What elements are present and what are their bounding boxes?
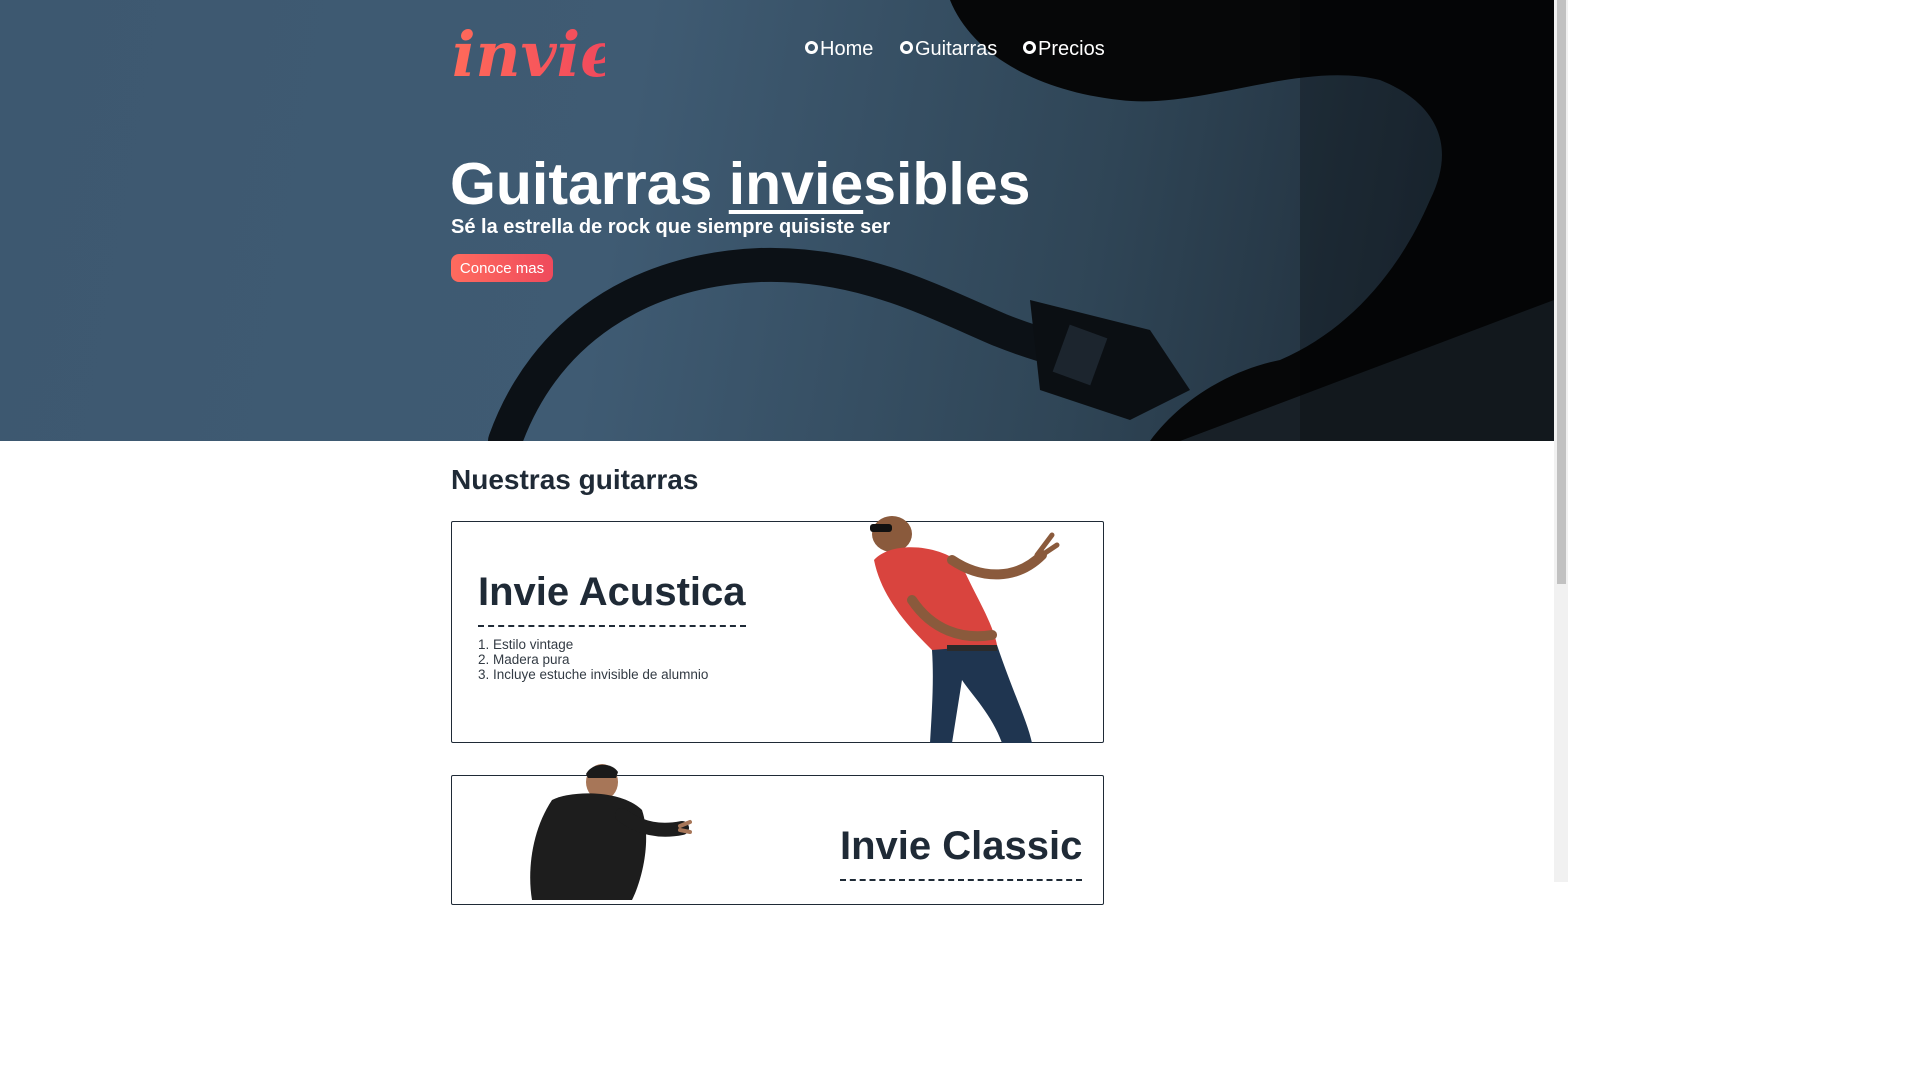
feature-list: 1. Estilo vintage 2. Madera pura 3. Incl… [478, 637, 708, 682]
guitar-card-title: Invie Acustica [478, 570, 746, 627]
hero-title: Guitarras inviesibles [450, 150, 1030, 218]
conoce-mas-button[interactable]: Conoce mas [451, 254, 553, 282]
circle-bullet-icon [805, 41, 818, 54]
guitar-card-classic: Invie Classic [451, 764, 1104, 905]
hero-subtitle: Sé la estrella de rock que siempre quisi… [451, 216, 891, 238]
circle-bullet-icon [1023, 41, 1036, 54]
feature-item: 1. Estilo vintage [478, 637, 574, 652]
circle-bullet-icon [900, 41, 913, 54]
hero-title-post: sibles [863, 151, 1031, 217]
nav-precios-label: Precios [1038, 38, 1105, 60]
air-guitar-man-jacket-image [530, 764, 692, 900]
nav-guitarras-label: Guitarras [915, 38, 998, 60]
nav-home-label: Home [820, 38, 874, 60]
guitar-card-acustica: Invie Acustica 1. Estilo vintage 2. Made… [451, 516, 1104, 743]
scrollbar-thumb[interactable] [1557, 0, 1566, 584]
hero-title-underlined: invie [728, 151, 864, 217]
hero-banner: invie Home Guitarras Precios Guitarras i… [0, 0, 1554, 441]
feature-item: 2. Madera pura [478, 652, 570, 667]
invie-logo[interactable]: invie [450, 18, 620, 91]
vertical-scrollbar[interactable] [1554, 0, 1568, 882]
logo-wordmark-icon: invie [452, 18, 620, 91]
svg-text:invie: invie [452, 22, 605, 82]
section-title: Nuestras guitarras [451, 464, 699, 495]
guitar-card-title: Invie Classic [840, 824, 1083, 881]
feature-item: 3. Incluye estuche invisible de alumnio [478, 667, 709, 682]
hero-title-pre: Guitarras [450, 151, 729, 217]
nav-guitarras-link[interactable]: Guitarras [900, 38, 997, 61]
nav-home-link[interactable]: Home [805, 38, 873, 61]
air-guitar-man-image [870, 516, 1060, 743]
nav-precios-link[interactable]: Precios [1023, 38, 1105, 61]
